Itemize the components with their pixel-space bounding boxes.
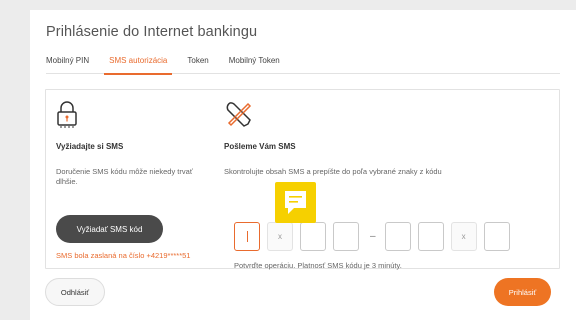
- request-sms-button[interactable]: Vyžiadať SMS kód: [56, 215, 163, 243]
- request-sms-description: Doručenie SMS kódu môže niekedy trvať dl…: [56, 167, 193, 186]
- request-sms-section: Vyžiadajte si SMS Doručenie SMS kódu môž…: [56, 100, 206, 187]
- auth-tabs: Mobilný PIN SMS autorizácia Token Mobiln…: [46, 54, 560, 75]
- tab-sms-authorization[interactable]: SMS autorizácia: [104, 54, 173, 75]
- padlock-icon: [56, 100, 206, 136]
- code-char-input-6[interactable]: [483, 222, 510, 251]
- code-char-fixed-2: x: [450, 222, 477, 251]
- tools-icon: [224, 100, 554, 136]
- tab-mobile-pin[interactable]: Mobilný PIN: [46, 54, 89, 74]
- code-char-fixed-1: x: [267, 222, 293, 251]
- request-sms-heading: Vyžiadajte si SMS: [56, 142, 124, 151]
- sms-code-inputs: x – x: [234, 222, 517, 251]
- logout-button[interactable]: Odhlásiť: [45, 278, 105, 306]
- tab-mobile-token[interactable]: Mobilný Token: [229, 54, 280, 74]
- code-char-input-2[interactable]: [300, 222, 326, 251]
- code-char-input-1[interactable]: [234, 222, 260, 251]
- login-card: Prihlásenie do Internet bankingu Mobilný…: [30, 10, 576, 320]
- tab-token[interactable]: Token: [187, 54, 208, 74]
- send-sms-heading: Pošleme Vám SMS: [224, 142, 296, 151]
- confirm-note: Potvrďte operáciu. Platnosť SMS kódu je …: [234, 261, 402, 270]
- code-char-input-4[interactable]: [384, 222, 411, 251]
- enter-code-section: Pošleme Vám SMS Skontrolujte obsah SMS a…: [224, 100, 554, 270]
- page-title: Prihlásenie do Internet bankingu: [46, 24, 258, 40]
- code-char-input-3[interactable]: [333, 222, 359, 251]
- code-char-input-5[interactable]: [417, 222, 444, 251]
- chat-bubble-icon[interactable]: [275, 182, 316, 223]
- sms-panel: Vyžiadajte si SMS Doručenie SMS kódu môž…: [45, 89, 560, 270]
- sms-sent-note: SMS bola zaslaná na číslo +4219*****51: [56, 251, 191, 260]
- code-separator: –: [370, 231, 376, 242]
- login-button[interactable]: Prihlásiť: [494, 278, 551, 306]
- send-sms-description: Skontrolujte obsah SMS a prepíšte do poľ…: [224, 167, 442, 176]
